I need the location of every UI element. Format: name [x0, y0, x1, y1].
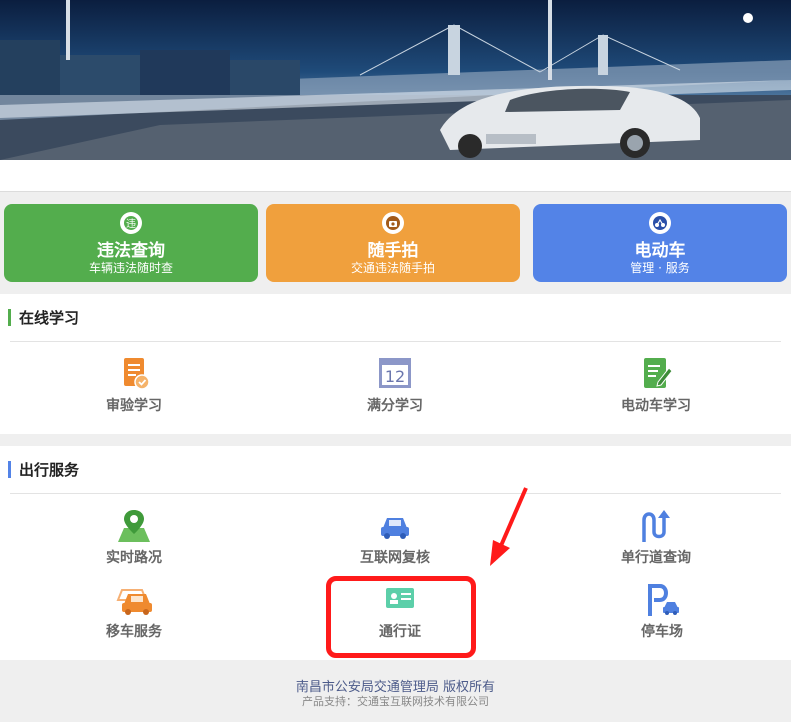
item-label: 互联网复核	[360, 550, 430, 566]
one-way-query-item[interactable]: 单行道查询	[586, 508, 726, 567]
section-title: 在线学习	[19, 308, 80, 327]
live-traffic-item[interactable]: 实时路况	[64, 508, 204, 567]
online-review-item[interactable]: 互联网复核	[325, 508, 465, 567]
tile-subtitle: 管理 · 服务	[630, 261, 690, 275]
audit-document-icon	[124, 358, 150, 390]
item-label: 电动车学习	[621, 398, 691, 414]
svg-text:违: 违	[126, 218, 136, 230]
section-header: 出行服务	[8, 459, 79, 479]
edit-document-icon	[644, 358, 673, 388]
city-bridge-car-image	[0, 0, 791, 160]
banner-spacer	[0, 160, 791, 192]
quick-actions: 违 违法查询 车辆违法随时查 随手拍 交通违法随手拍 电动车 管理 · 服务	[0, 192, 791, 294]
e-bike-tile[interactable]: 电动车 管理 · 服务	[533, 204, 787, 282]
section-header: 在线学习	[8, 307, 79, 327]
move-car-icon	[116, 589, 152, 615]
snapshot-report-tile[interactable]: 随手拍 交通违法随手拍	[266, 204, 520, 282]
calendar-number: 12	[385, 367, 405, 386]
parking-icon	[648, 584, 679, 616]
violation-icon: 违	[120, 212, 142, 234]
tile-subtitle: 车辆违法随时查	[88, 261, 173, 275]
online-study-section: 在线学习 审验学习 12 满分学习 电动车学习	[0, 294, 791, 434]
divider	[10, 493, 781, 494]
section-accent-bar	[8, 460, 11, 478]
item-label: 实时路况	[106, 550, 162, 566]
item-label: 单行道查询	[621, 550, 691, 566]
hero-banner	[0, 0, 791, 160]
car-icon	[381, 518, 409, 539]
one-way-icon	[642, 510, 670, 542]
section-title: 出行服务	[19, 460, 80, 479]
tile-title: 电动车	[634, 241, 686, 261]
parking-item[interactable]: 停车场	[592, 582, 732, 641]
footer: 南昌市公安局交通管理局 版权所有 产品支持：交通宝互联网技术有限公司	[0, 660, 791, 722]
section-accent-bar	[8, 308, 11, 326]
tile-subtitle: 交通违法随手拍	[350, 261, 435, 275]
full-score-study-item[interactable]: 12 满分学习	[325, 356, 465, 415]
highlight-box	[326, 576, 476, 658]
item-label: 移车服务	[106, 624, 162, 640]
calendar-12-icon: 12	[379, 358, 411, 388]
item-label: 满分学习	[367, 398, 423, 414]
move-car-item[interactable]: 移车服务	[64, 582, 204, 641]
tile-title: 违法查询	[97, 241, 165, 261]
e-bike-study-item[interactable]: 电动车学习	[586, 356, 726, 415]
map-pin-icon	[118, 510, 150, 542]
camera-icon	[382, 212, 404, 234]
tile-title: 随手拍	[367, 241, 419, 261]
item-label: 停车场	[641, 624, 683, 640]
violation-query-tile[interactable]: 违 违法查询 车辆违法随时查	[4, 204, 258, 282]
support-text: 产品支持：交通宝互联网技术有限公司	[302, 695, 489, 708]
scooter-icon	[649, 212, 671, 234]
divider	[10, 341, 781, 342]
item-label: 审验学习	[106, 398, 162, 414]
audit-study-item[interactable]: 审验学习	[64, 356, 204, 415]
